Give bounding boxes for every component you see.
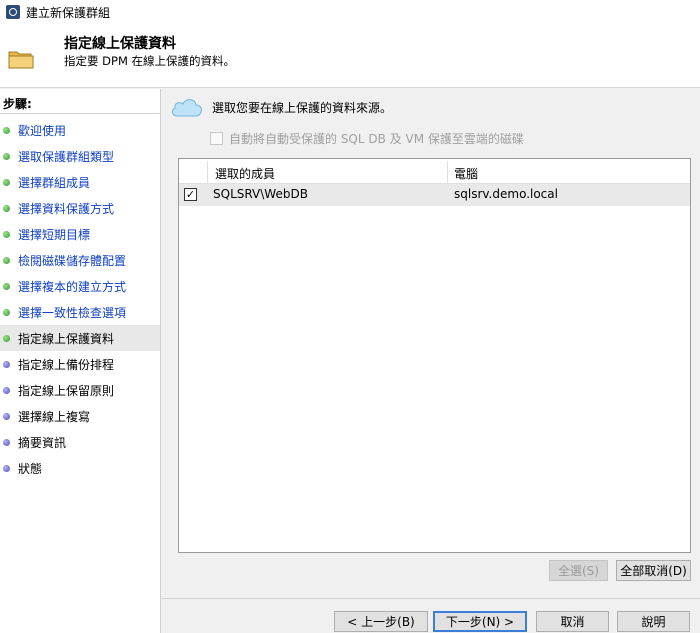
wizard-header: 指定線上保護資料 指定要 DPM 在線上保護的資料。 (0, 24, 700, 88)
member-cell: SQLSRV\WebDB (213, 187, 308, 201)
step-status-dot (3, 152, 10, 160)
step-status-dot (3, 256, 10, 264)
step-label: 選擇線上複寫 (18, 409, 91, 424)
steps-sidebar: 步驟: 歡迎使用 選取保護群組類型 選擇群組成員 選擇資料保護方式 選擇短期目標… (0, 89, 161, 633)
checkbox-box (210, 132, 223, 145)
step-status-dot (3, 464, 10, 472)
step-label: 歡迎使用 (18, 123, 67, 138)
step-status: 狀態 (0, 455, 160, 481)
clear-all-button[interactable]: 全部取消(D) (616, 560, 691, 581)
select-all-button[interactable]: 全選(S) (549, 560, 608, 581)
step-label: 檢閱磁碟儲存體配置 (18, 253, 127, 268)
step-label: 指定線上保護資料 (18, 331, 115, 346)
step-label: 選擇群組成員 (18, 175, 91, 190)
step-status-dot (3, 204, 10, 212)
dpm-app-icon (6, 5, 20, 19)
help-button[interactable]: 說明 (617, 611, 690, 632)
step-status-dot (3, 230, 10, 238)
content-heading-text: 選取您要在線上保護的資料來源。 (212, 100, 393, 115)
computer-cell: sqlsrv.demo.local (454, 187, 558, 201)
step-label: 選擇一致性檢查選項 (18, 305, 127, 320)
page-title: 指定線上保護資料 (64, 36, 176, 52)
column-separator (447, 161, 448, 183)
selected-members-grid[interactable]: 選取的成員 電腦 ✓ SQLSRV\WebDB sqlsrv.demo.loca… (178, 158, 691, 553)
step-online-protection-data: 指定線上保護資料 (0, 325, 160, 351)
row-checkbox[interactable]: ✓ (184, 188, 197, 201)
step-online-backup-schedule: 指定線上備份排程 (0, 351, 160, 377)
window-title: 建立新保護群組 (26, 5, 111, 20)
step-online-retention: 指定線上保留原則 (0, 377, 160, 403)
grid-header: 選取的成員 電腦 (179, 159, 690, 184)
step-status-dot (3, 412, 10, 420)
step-replica-creation[interactable]: 選擇複本的建立方式 (0, 273, 160, 299)
footer-divider (162, 598, 700, 599)
step-label: 選取保護群組類型 (18, 149, 115, 164)
step-select-group-type[interactable]: 選取保護群組類型 (0, 143, 160, 169)
steps-title: 步驟: (3, 97, 32, 111)
steps-divider (0, 113, 160, 114)
next-button[interactable]: 下一步(N) > (433, 611, 527, 632)
column-header-computer[interactable]: 電腦 (454, 165, 478, 182)
step-status-dot (3, 282, 10, 290)
step-status-dot (3, 126, 10, 134)
step-welcome[interactable]: 歡迎使用 (0, 117, 160, 143)
step-short-term-goals[interactable]: 選擇短期目標 (0, 221, 160, 247)
step-online-replication: 選擇線上複寫 (0, 403, 160, 429)
step-label: 選擇短期目標 (18, 227, 91, 242)
step-label: 狀態 (18, 461, 43, 476)
step-summary: 摘要資訊 (0, 429, 160, 455)
content-heading: 選取您要在線上保護的資料來源。 (170, 96, 392, 118)
table-row[interactable]: ✓ SQLSRV\WebDB sqlsrv.demo.local (179, 184, 690, 206)
auto-protect-label: 自動將自動受保護的 SQL DB 及 VM 保護至雲端的磁碟 (229, 132, 524, 146)
step-label: 指定線上備份排程 (18, 357, 115, 372)
step-status-dot (3, 308, 10, 316)
cloud-icon (172, 99, 202, 117)
step-status-dot (3, 178, 10, 186)
step-status-dot (3, 360, 10, 368)
step-label: 選擇複本的建立方式 (18, 279, 127, 294)
step-select-members[interactable]: 選擇群組成員 (0, 169, 160, 195)
column-header-member[interactable]: 選取的成員 (215, 165, 275, 182)
step-protection-method[interactable]: 選擇資料保護方式 (0, 195, 160, 221)
step-status-dot (3, 438, 10, 446)
page-subtitle: 指定要 DPM 在線上保護的資料。 (64, 54, 236, 68)
step-label: 摘要資訊 (18, 435, 67, 450)
folder-icon (8, 51, 34, 69)
back-button[interactable]: < 上一步(B) (334, 611, 428, 632)
step-consistency-check[interactable]: 選擇一致性檢查選項 (0, 299, 160, 325)
title-bar: 建立新保護群組 (0, 0, 700, 24)
column-separator (207, 161, 208, 183)
step-label: 指定線上保留原則 (18, 383, 115, 398)
step-label: 選擇資料保護方式 (18, 201, 115, 216)
auto-protect-checkbox[interactable]: 自動將自動受保護的 SQL DB 及 VM 保護至雲端的磁碟 (210, 130, 524, 147)
step-status-dot (3, 334, 10, 342)
step-status-dot (3, 386, 10, 394)
cancel-button[interactable]: 取消 (536, 611, 609, 632)
step-disk-allocation[interactable]: 檢閱磁碟儲存體配置 (0, 247, 160, 273)
